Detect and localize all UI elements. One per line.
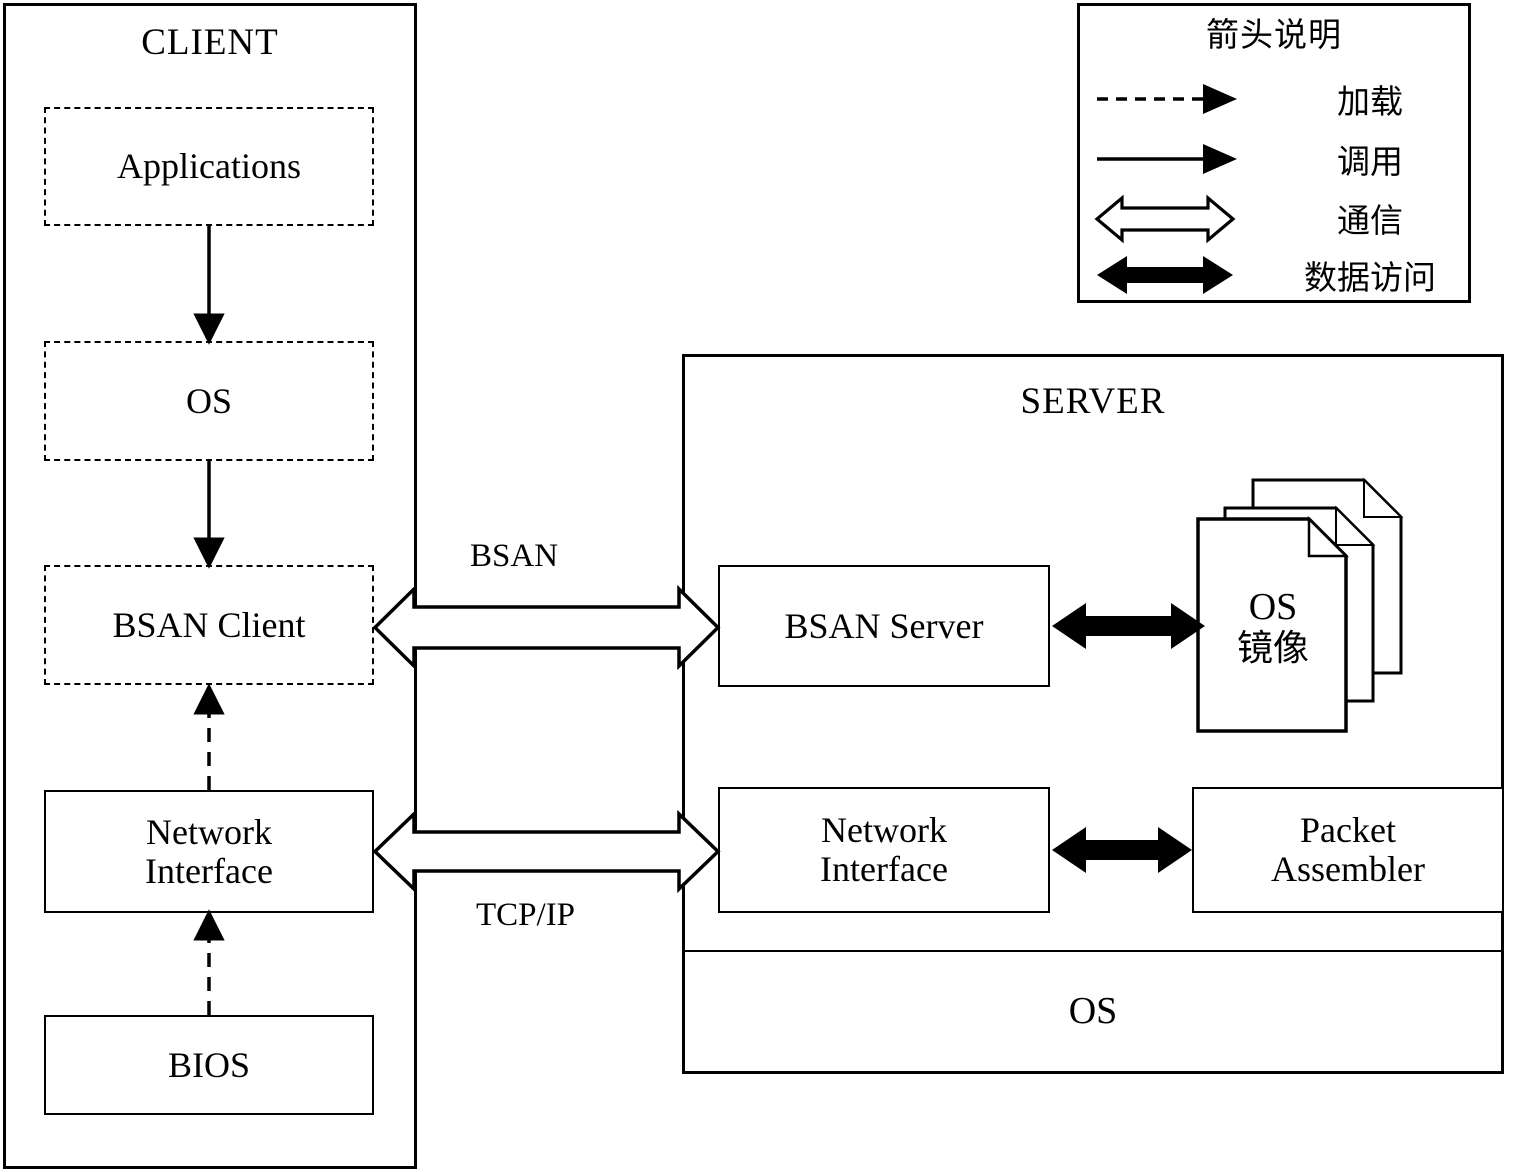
- client-node-os[interactable]: OS: [44, 341, 374, 461]
- legend-title: 箭头说明: [1206, 15, 1342, 54]
- client-title: CLIENT: [141, 22, 279, 63]
- client-node-applications[interactable]: Applications: [44, 107, 374, 226]
- legend-label-call: 调用: [1337, 142, 1403, 181]
- client-node-bios[interactable]: BIOS: [44, 1015, 374, 1115]
- hollow-double-arrow-icon: [1094, 193, 1275, 244]
- legend-label-communication: 通信: [1337, 201, 1403, 240]
- server-node-os-image-label: OS 镜像: [1236, 586, 1309, 669]
- diagram-canvas: CLIENT SERVER 箭头说明 Applications OS BSAN …: [0, 0, 1525, 1172]
- server-title: SERVER: [1020, 381, 1166, 422]
- server-node-network-interface-label: Network Interface: [820, 810, 948, 889]
- server-node-bsan-server-label: BSAN Server: [784, 605, 984, 646]
- client-node-applications-label: Applications: [117, 146, 301, 187]
- arrow-tcpip-communication: [372, 809, 721, 894]
- connector-label-tcpip: TCP/IP: [476, 897, 576, 933]
- client-node-bsan-client-label: BSAN Client: [112, 604, 306, 645]
- server-node-packet-assembler-label: Packet Assembler: [1271, 810, 1425, 889]
- legend-row-call: 调用: [1095, 134, 1465, 184]
- filled-double-arrow-icon: [1095, 250, 1275, 300]
- client-node-network-interface[interactable]: Network Interface: [44, 790, 374, 913]
- legend-row-load: 加载: [1095, 74, 1465, 124]
- server-node-os-band-label: OS: [1068, 990, 1118, 1033]
- legend-label-data-access: 数据访问: [1304, 258, 1436, 297]
- client-node-network-interface-label: Network Interface: [145, 811, 273, 891]
- solid-arrow-icon: [1095, 134, 1275, 184]
- legend-row-communication: 通信: [1094, 192, 1465, 244]
- dashed-arrow-icon: [1095, 74, 1275, 124]
- server-node-network-interface[interactable]: Network Interface: [718, 787, 1050, 913]
- connector-label-bsan: BSAN: [470, 538, 559, 574]
- server-node-os-image[interactable]: OS 镜像: [1196, 466, 1428, 738]
- server-node-os-band[interactable]: OS: [685, 950, 1501, 1071]
- client-node-bios-label: BIOS: [167, 1044, 251, 1085]
- client-node-bsan-client[interactable]: BSAN Client: [44, 565, 374, 685]
- client-node-os-label: OS: [185, 380, 233, 421]
- server-node-bsan-server[interactable]: BSAN Server: [718, 565, 1050, 687]
- server-node-packet-assembler[interactable]: Packet Assembler: [1192, 787, 1504, 913]
- legend-label-load: 加载: [1337, 82, 1403, 121]
- arrow-bsan-communication: [372, 584, 721, 671]
- legend-row-data-access: 数据访问: [1095, 250, 1465, 300]
